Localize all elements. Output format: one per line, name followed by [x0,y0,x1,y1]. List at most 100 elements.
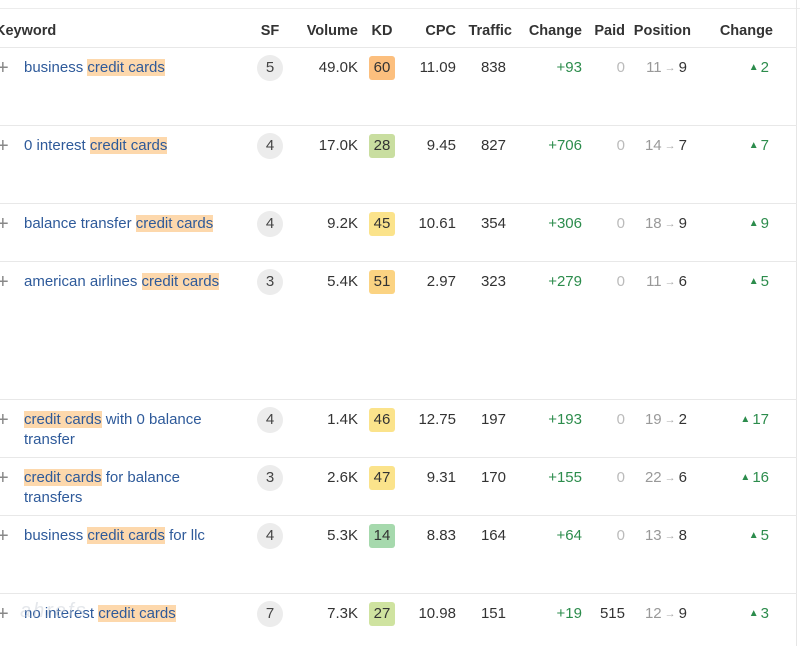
kd-badge: 27 [369,602,395,626]
kd-badge: 60 [369,56,395,80]
traffic-change-value: +706 [548,137,582,154]
keyword-highlight: credit cards [135,215,214,232]
position-cell: 12 → 9 [625,593,691,644]
serp-features-badge[interactable]: 4 [257,211,283,237]
position-from: 14 [644,137,662,154]
serp-features-badge[interactable]: 5 [257,55,283,81]
table-row: + no interest credit cards 7 7.3K 27 10.… [0,593,797,644]
triangle-up-icon: ▲ [748,530,759,541]
col-header-volume[interactable]: Volume [290,14,358,48]
kd-cell: 45 [358,203,398,262]
traffic-value: 151 [480,605,506,622]
keyword-cell: + business credit cards [0,47,250,126]
keyword-highlight: credit cards [89,137,168,154]
volume-cell: 5.3K [290,515,358,594]
keyword-cell: + 0 interest credit cards [0,125,250,204]
volume-cell: 9.2K [290,203,358,262]
cpc-cell: 12.75 [398,399,456,458]
kd-cell: 60 [358,47,398,126]
serp-features-badge[interactable]: 4 [257,407,283,433]
col-header-sf[interactable]: SF [250,14,290,48]
traffic-cell: 323 [456,261,512,400]
traffic-cell: 170 [456,457,512,516]
kd-cell: 47 [358,457,398,516]
serp-features-badge[interactable]: 3 [257,465,283,491]
keyword-link[interactable]: business credit cards [24,58,165,78]
position-to: 8 [678,527,687,544]
expand-plus-icon[interactable]: + [0,410,24,430]
serp-features-badge[interactable]: 3 [257,269,283,295]
serp-features-badge[interactable]: 4 [257,523,283,549]
col-header-paid[interactable]: Paid [582,14,625,48]
col-header-position-change[interactable]: Change [691,14,797,48]
traffic-cell: 164 [456,515,512,594]
kd-badge: 14 [369,524,395,548]
cpc-cell: 9.45 [398,125,456,204]
arrow-right-icon: → [664,276,676,288]
cpc-value: 10.98 [418,605,456,622]
expand-plus-icon[interactable]: + [0,58,24,78]
paid-cell: 0 [582,47,625,126]
keyword-link[interactable]: business credit cards for llc [24,526,205,546]
traffic-value: 323 [480,273,506,290]
traffic-change-cell: +306 [512,203,582,262]
position-change-value: 17 [752,411,769,428]
keyword-cell: + credit cards for balance transfers [0,457,250,516]
keyword-link[interactable]: balance transfer credit cards [24,214,214,234]
traffic-change-value: +155 [548,469,582,486]
traffic-change-cell: +193 [512,399,582,458]
traffic-cell: 827 [456,125,512,204]
cpc-cell: 10.98 [398,593,456,644]
col-header-position[interactable]: Position [625,14,691,48]
col-header-keyword[interactable]: Keyword [0,14,250,48]
col-header-kd[interactable]: KD [358,14,398,48]
keyword-link[interactable]: credit cards for balance transfers [24,468,229,508]
traffic-value: 170 [480,469,506,486]
kd-badge: 45 [369,212,395,236]
expand-plus-icon[interactable]: + [0,526,24,546]
traffic-cell: 151 [456,593,512,644]
serp-features-badge[interactable]: 7 [257,601,283,627]
sf-cell: 4 [250,203,290,262]
traffic-change-value: +64 [556,527,582,544]
kd-badge: 51 [369,270,395,294]
expand-plus-icon[interactable]: + [0,468,24,488]
keyword-link[interactable]: american airlines credit cards [24,272,220,292]
keyword-link[interactable]: 0 interest credit cards [24,136,168,156]
paid-cell: 0 [582,399,625,458]
keyword-link[interactable]: credit cards with 0 balance transfer [24,410,229,450]
triangle-up-icon: ▲ [748,140,759,151]
position-from: 11 [646,59,662,76]
expand-plus-icon[interactable]: + [0,604,24,624]
position-cell: 14 → 7 [625,125,691,204]
expand-plus-icon[interactable]: + [0,136,24,156]
table-row: + american airlines credit cards 3 5.4K … [0,261,797,400]
traffic-cell: 197 [456,399,512,458]
expand-plus-icon[interactable]: + [0,214,24,234]
position-to: 9 [678,215,687,232]
paid-value: 515 [599,605,625,622]
position-to: 9 [678,59,687,76]
kd-cell: 46 [358,399,398,458]
table-row: + credit cards with 0 balance transfer 4… [0,399,797,458]
cpc-cell: 10.61 [398,203,456,262]
table-row: + balance transfer credit cards 4 9.2K 4… [0,203,797,262]
keyword-link[interactable]: no interest credit cards [24,604,176,624]
position-change-cell: ▲ 7 [691,125,797,204]
volume-cell: 5.4K [290,261,358,400]
expand-plus-icon[interactable]: + [0,272,24,292]
traffic-change-cell: +64 [512,515,582,594]
cpc-cell: 2.97 [398,261,456,400]
serp-features-badge[interactable]: 4 [257,133,283,159]
position-from: 12 [644,605,662,622]
paid-value: 0 [616,469,625,486]
paid-value: 0 [616,527,625,544]
position-to: 6 [678,469,687,486]
volume-value: 5.3K [327,527,358,544]
traffic-value: 827 [480,137,506,154]
col-header-traffic[interactable]: Traffic [456,14,512,48]
cpc-value: 9.31 [426,469,456,486]
col-header-traffic-change[interactable]: Change [512,14,582,48]
keyword-cell: + credit cards with 0 balance transfer [0,399,250,458]
col-header-cpc[interactable]: CPC [398,14,456,48]
